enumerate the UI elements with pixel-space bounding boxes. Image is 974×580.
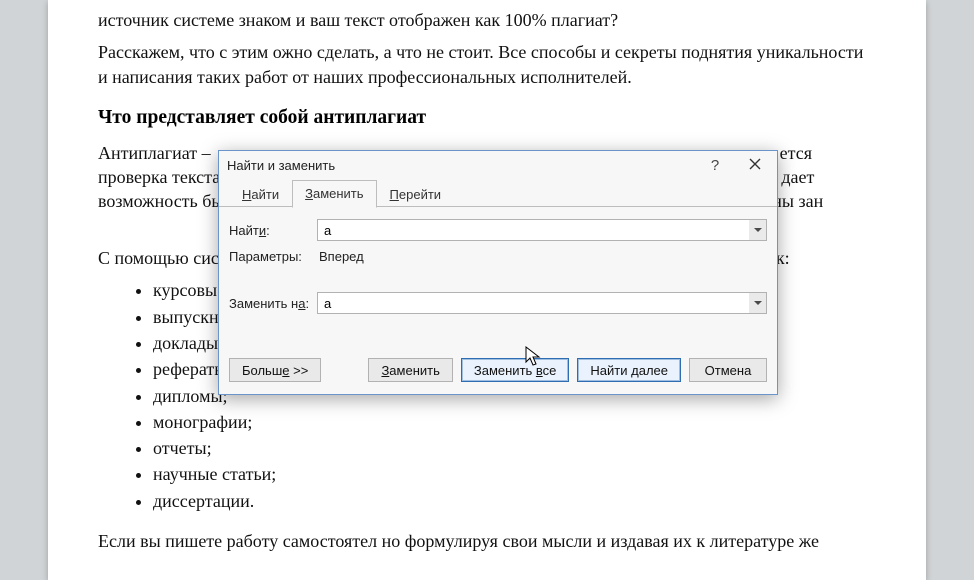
help-button[interactable]: ?: [695, 152, 735, 178]
tab-find[interactable]: Найти: [229, 181, 292, 208]
dialog-title: Найти и заменить: [227, 158, 695, 173]
dialog-tabs: Найти Заменить Перейти: [229, 179, 767, 207]
replace-label: Заменить на:: [229, 296, 317, 311]
heading: Что представляет собой антиплагиат: [98, 107, 876, 129]
close-button[interactable]: [735, 152, 775, 178]
replace-all-button[interactable]: Заменить все: [461, 358, 570, 382]
find-replace-dialog: Найти и заменить ? Найти Заменить Перейт…: [218, 150, 778, 395]
list-item: научные статьи;: [153, 462, 876, 486]
replace-history-dropdown[interactable]: [749, 292, 767, 314]
find-input[interactable]: [317, 219, 767, 241]
find-next-button[interactable]: Найти далее: [577, 358, 681, 382]
params-value: Вперед: [317, 249, 364, 264]
list-item: отчеты;: [153, 436, 876, 460]
chevron-down-icon: [754, 228, 762, 232]
tab-replace[interactable]: Заменить: [292, 180, 376, 208]
body-paragraph: источник системе знаком и ваш текст отоб…: [98, 8, 876, 32]
list-item: диссертации.: [153, 489, 876, 513]
params-label: Параметры:: [229, 249, 317, 264]
close-icon: [749, 157, 761, 174]
tab-goto[interactable]: Перейти: [377, 181, 455, 208]
dialog-titlebar[interactable]: Найти и заменить ?: [219, 151, 777, 179]
body-paragraph: Расскажем, что с этим ожно сделать, а чт…: [98, 40, 876, 89]
find-label: Найти:: [229, 223, 317, 238]
replace-button[interactable]: Заменить: [368, 358, 452, 382]
chevron-down-icon: [754, 301, 762, 305]
find-history-dropdown[interactable]: [749, 219, 767, 241]
replace-input[interactable]: [317, 292, 767, 314]
cancel-button[interactable]: Отмена: [689, 358, 767, 382]
list-item: монографии;: [153, 410, 876, 434]
body-paragraph: Если вы пишете работу самостоятел но фор…: [98, 529, 876, 553]
more-button[interactable]: Больше >>: [229, 358, 321, 382]
